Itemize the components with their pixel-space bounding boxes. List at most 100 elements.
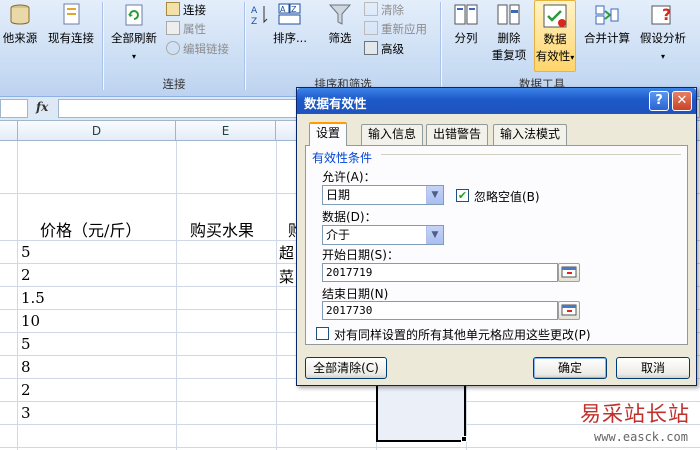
close-button[interactable]: ✕ bbox=[672, 91, 692, 111]
database-icon bbox=[10, 4, 30, 25]
connections-button[interactable]: 连接 bbox=[166, 0, 206, 20]
sort-dialog-icon: AZ bbox=[278, 3, 301, 25]
what-if-analysis-button[interactable]: ? 假设分析 ▾ bbox=[634, 0, 692, 65]
svg-text:Z: Z bbox=[291, 5, 297, 14]
tab-input-message[interactable]: 输入信息 bbox=[361, 124, 424, 145]
chevron-down-icon: ▾ bbox=[660, 52, 665, 61]
reapply-icon bbox=[364, 21, 378, 35]
chevron-down-icon: ▾ bbox=[131, 52, 136, 61]
remove-duplicates-button[interactable]: 删除 重复项 bbox=[488, 0, 530, 64]
apply-to-all-label: 对有同样设置的所有其他单元格应用这些更改(P) bbox=[334, 328, 591, 342]
start-date-range-picker-button[interactable] bbox=[558, 263, 580, 282]
clear-filter-icon bbox=[364, 2, 378, 16]
properties-icon bbox=[166, 21, 180, 35]
cell-d-value: 2 bbox=[21, 381, 31, 399]
svg-text:A: A bbox=[251, 6, 258, 16]
fill-handle[interactable] bbox=[461, 436, 467, 442]
data-validation-dialog: 数据有效性 ? ✕ 设置 输入信息 出错警告 输入法模式 有效性条件 允许(A)… bbox=[296, 87, 697, 386]
ignore-blank-label: 忽略空值(B) bbox=[474, 190, 540, 204]
consolidate-button[interactable]: 合并计算 bbox=[580, 0, 634, 47]
sort-label: 排序... bbox=[273, 31, 307, 45]
start-date-label: 开始日期(S)： bbox=[322, 248, 399, 262]
svg-text:Z: Z bbox=[251, 17, 257, 27]
connections-group-label: 连接 bbox=[162, 77, 186, 91]
cell-f-row2: 菜 bbox=[279, 268, 295, 286]
tab-settings[interactable]: 设置 bbox=[309, 122, 348, 146]
properties-label: 属性 bbox=[183, 22, 206, 36]
edit-links-button[interactable]: 编辑链接 bbox=[166, 39, 229, 59]
cancel-button[interactable]: 取消 bbox=[616, 357, 690, 379]
refresh-icon bbox=[125, 4, 143, 26]
reapply-button[interactable]: 重新应用 bbox=[364, 19, 427, 39]
apply-to-all-checkbox[interactable] bbox=[316, 327, 329, 340]
group-separator bbox=[244, 2, 245, 90]
column-header-d[interactable]: D bbox=[18, 121, 176, 141]
cell-d-header: 价格（元/斤） bbox=[40, 221, 142, 240]
sort-az-icon: AZ bbox=[251, 6, 268, 27]
ok-button[interactable]: 确定 bbox=[533, 357, 607, 379]
chevron-down-icon[interactable]: ▼ bbox=[426, 186, 443, 204]
ignore-blank-checkbox[interactable]: ✔ bbox=[456, 189, 469, 202]
chevron-down-icon: ▾ bbox=[570, 53, 575, 62]
cell-d-value: 5 bbox=[21, 335, 31, 353]
sort-button[interactable]: AZ 排序... bbox=[272, 0, 308, 47]
settings-panel: 有效性条件 允许(A)： 日期 ▼ ✔ 忽略空值(B) 数据(D)： 介于 ▼ … bbox=[305, 145, 688, 345]
what-if-label: 假设分析 bbox=[640, 31, 686, 45]
link-icon bbox=[166, 41, 180, 55]
existing-connections-label: 现有连接 bbox=[48, 31, 94, 45]
advanced-filter-icon bbox=[364, 41, 378, 55]
gridline bbox=[176, 141, 177, 450]
validation-criteria-title: 有效性条件 bbox=[312, 151, 373, 165]
text-to-columns-icon bbox=[454, 4, 478, 25]
allow-dropdown[interactable]: 日期 ▼ bbox=[322, 185, 444, 205]
cell-e-header: 购买水果 bbox=[190, 221, 255, 240]
watermark-text: 易采站长站 bbox=[580, 402, 690, 426]
clear-all-button[interactable]: 全部清除(C) bbox=[305, 357, 387, 379]
insert-function-icon[interactable]: fx bbox=[36, 100, 48, 114]
data-operator-value: 介于 bbox=[326, 228, 351, 242]
end-date-range-picker-button[interactable] bbox=[558, 301, 580, 320]
data-validation-label-2: 有效性 bbox=[535, 49, 571, 63]
cell-d-value: 1.5 bbox=[21, 289, 45, 307]
start-date-input[interactable]: 2017719 bbox=[322, 263, 558, 282]
chevron-down-icon[interactable]: ▼ bbox=[426, 226, 443, 244]
clear-button[interactable]: 清除 bbox=[364, 0, 404, 20]
group-separator bbox=[102, 2, 103, 90]
what-if-icon: ? bbox=[651, 5, 671, 25]
data-validation-button[interactable]: 数据 有效性▾ bbox=[534, 0, 576, 72]
refresh-all-button[interactable]: 全部刷新 ▾ bbox=[106, 0, 162, 65]
section-divider bbox=[381, 154, 681, 155]
gridline bbox=[0, 447, 700, 448]
tab-error-alert[interactable]: 出错警告 bbox=[426, 124, 489, 145]
connections-file-icon bbox=[63, 3, 80, 25]
dialog-title: 数据有效性 bbox=[304, 96, 367, 111]
properties-button[interactable]: 属性 bbox=[166, 19, 206, 39]
funnel-icon bbox=[328, 4, 352, 25]
name-box[interactable] bbox=[0, 99, 28, 118]
cell-d-value: 8 bbox=[21, 358, 31, 376]
filter-button[interactable]: 筛选 bbox=[320, 0, 360, 47]
advanced-button[interactable]: 高级 bbox=[364, 39, 404, 59]
collapse-dialog-icon bbox=[561, 304, 577, 316]
gridline bbox=[17, 141, 18, 450]
cell-d-value: 2 bbox=[21, 266, 31, 284]
consolidate-label: 合并计算 bbox=[584, 31, 630, 45]
from-other-sources-button[interactable]: 他来源 bbox=[0, 0, 40, 47]
tab-ime-mode[interactable]: 输入法模式 bbox=[493, 124, 568, 145]
remove-duplicates-label-1: 删除 bbox=[497, 31, 521, 45]
column-header-e[interactable]: E bbox=[176, 121, 276, 141]
edit-links-label: 编辑链接 bbox=[183, 42, 229, 56]
data-operator-dropdown[interactable]: 介于 ▼ bbox=[322, 225, 444, 245]
data-label: 数据(D)： bbox=[322, 210, 377, 224]
text-to-columns-button[interactable]: 分列 bbox=[446, 0, 486, 47]
dialog-titlebar[interactable]: 数据有效性 ? ✕ bbox=[297, 88, 696, 114]
select-all-corner[interactable] bbox=[0, 121, 18, 141]
existing-connections-button[interactable]: 现有连接 bbox=[42, 0, 100, 47]
help-button[interactable]: ? bbox=[649, 91, 669, 111]
cell-d-value: 5 bbox=[21, 243, 31, 261]
collapse-dialog-icon bbox=[561, 266, 577, 278]
sort-ascending-button[interactable]: AZ bbox=[248, 0, 272, 30]
end-date-label: 结束日期(N) bbox=[322, 287, 389, 301]
end-date-input[interactable]: 2017730 bbox=[322, 301, 558, 320]
consolidate-icon bbox=[595, 5, 619, 25]
